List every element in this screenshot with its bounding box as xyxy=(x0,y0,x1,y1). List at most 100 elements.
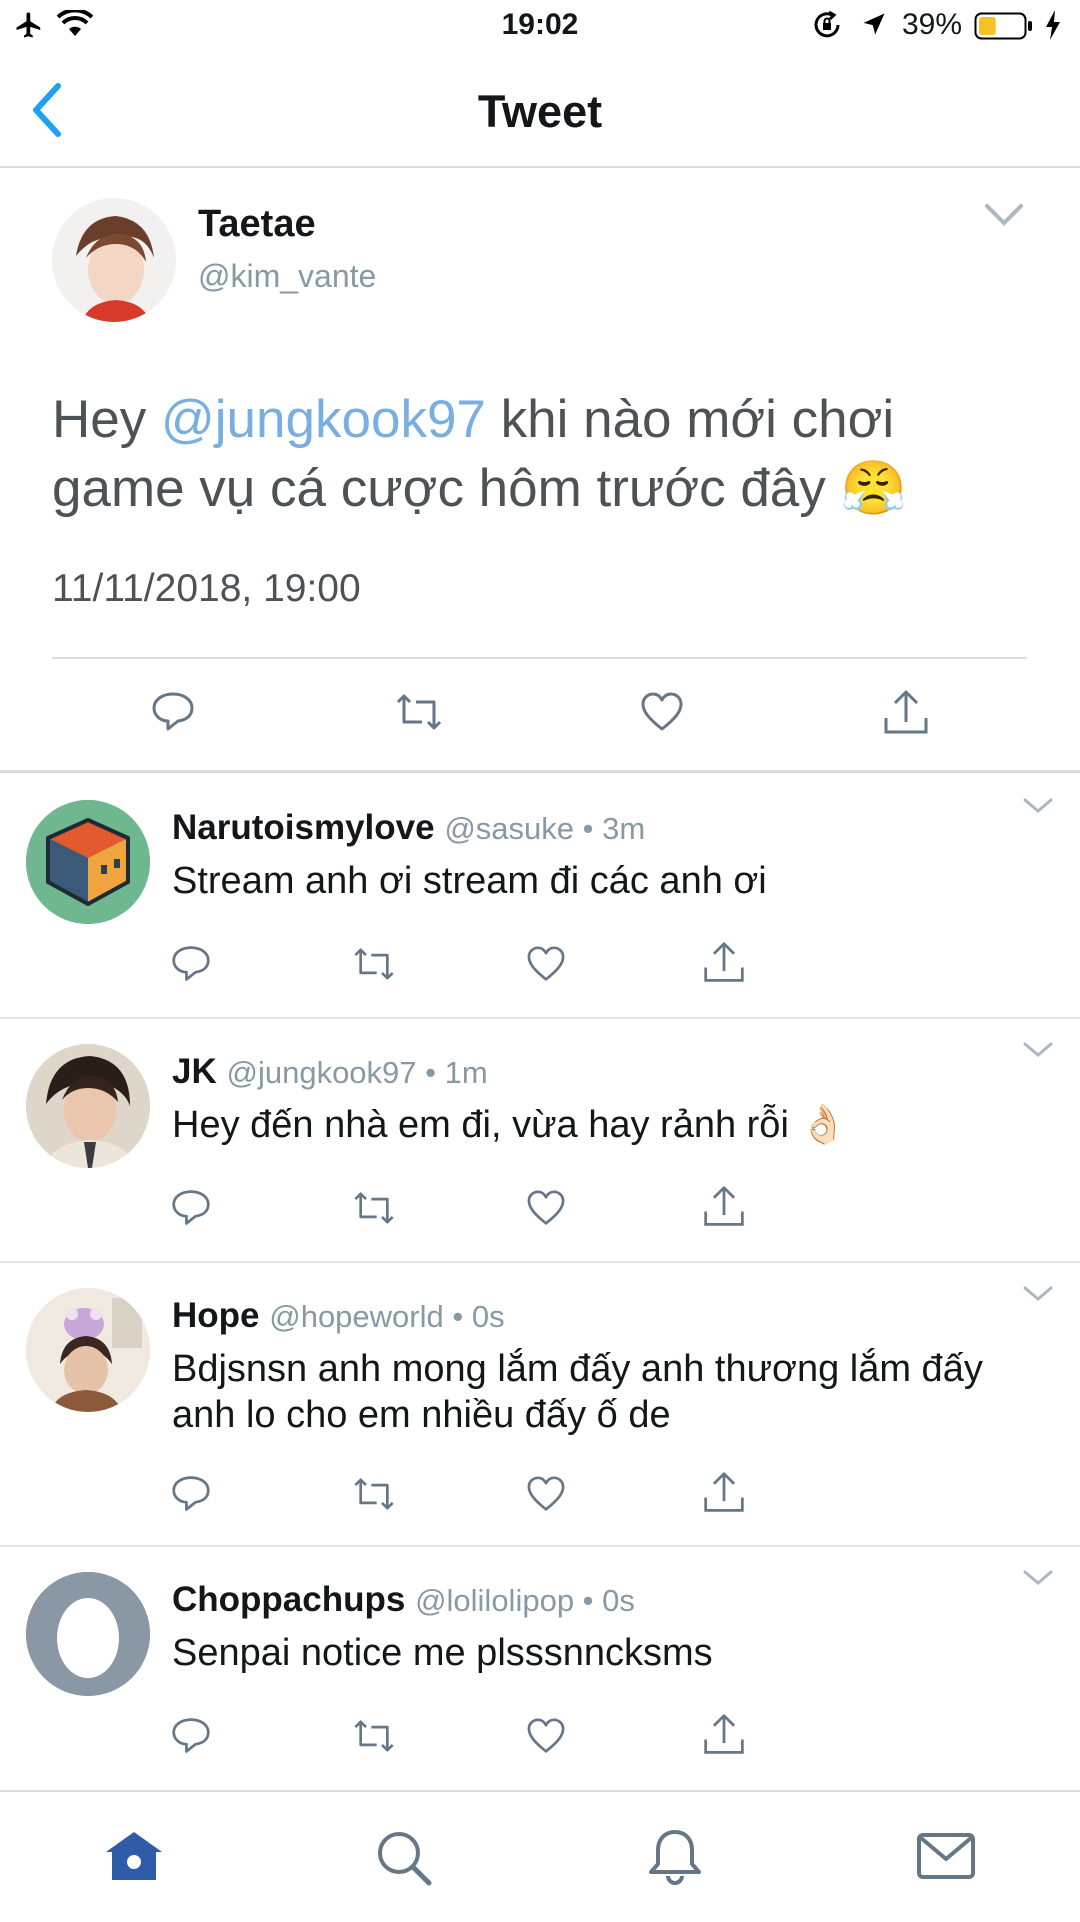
heart-icon xyxy=(526,1190,566,1226)
chevron-down-icon xyxy=(1022,1040,1054,1060)
battery-icon xyxy=(974,12,1034,40)
retweet-icon xyxy=(350,1190,398,1226)
reply-menu-button[interactable] xyxy=(1022,1040,1054,1060)
heart-icon xyxy=(526,1718,566,1754)
reply-meta: @sasuke • 3m xyxy=(444,811,646,846)
header: Tweet xyxy=(0,54,1080,168)
egg-icon xyxy=(57,1598,119,1678)
reply-retweet-button[interactable] xyxy=(350,946,398,982)
reply-text: Bdjsnsn anh mong lắm đấy anh thương lắm … xyxy=(172,1348,983,1436)
reply-name[interactable]: Narutoismylove xyxy=(172,808,435,847)
reply-text: Hey đến nhà em đi, vừa hay rảnh rỗi 👌🏻 xyxy=(172,1104,847,1146)
section-divider xyxy=(0,770,1080,773)
tab-bar xyxy=(0,1790,1080,1922)
reply-reply-button[interactable] xyxy=(170,1188,212,1228)
main-tweet-avatar[interactable] xyxy=(52,198,176,322)
reply-share-button[interactable] xyxy=(702,940,746,984)
reply-avatar[interactable] xyxy=(26,1572,150,1696)
reply-share-button[interactable] xyxy=(702,1470,746,1514)
reply-name[interactable]: Hope xyxy=(172,1296,260,1335)
heart-icon xyxy=(526,1476,566,1512)
reply-header: JK @jungkook97 • 1m xyxy=(172,1052,488,1092)
location-arrow-icon xyxy=(860,10,888,38)
reply-menu-button[interactable] xyxy=(1022,796,1054,816)
divider xyxy=(0,1017,1080,1019)
main-tweet-text: Hey @jungkook97 khi nào mới chơi game vụ… xyxy=(52,385,1012,523)
share-icon xyxy=(702,1712,746,1756)
reply-reply-button[interactable] xyxy=(170,1474,212,1514)
reply-share-button[interactable] xyxy=(702,1712,746,1756)
reply-avatar[interactable] xyxy=(26,800,150,924)
reply-menu-button[interactable] xyxy=(1022,1284,1054,1304)
tab-home[interactable] xyxy=(104,1830,164,1884)
reply-reply-button[interactable] xyxy=(170,1716,212,1756)
divider xyxy=(0,1545,1080,1547)
battery-percent: 39% xyxy=(902,8,963,41)
status-bar: 19:02 39% xyxy=(0,0,1080,54)
orientation-lock-icon xyxy=(812,10,842,40)
reply-text: Stream anh ơi stream đi các anh ơi xyxy=(172,860,767,902)
reply-meta: @jungkook97 • 1m xyxy=(226,1055,488,1090)
mention-link[interactable]: @jungkook97 xyxy=(161,390,486,449)
reply-share-button[interactable] xyxy=(702,1184,746,1228)
reply-retweet-button[interactable] xyxy=(350,1718,398,1754)
share-icon xyxy=(702,1184,746,1228)
reply-menu-button[interactable] xyxy=(1022,1568,1054,1588)
page-title: Tweet xyxy=(477,86,603,137)
tab-messages[interactable] xyxy=(916,1832,976,1880)
reply-header: Narutoismylove @sasuke • 3m xyxy=(172,808,645,848)
search-icon xyxy=(374,1828,434,1888)
main-tweet-name[interactable]: Taetae xyxy=(198,203,316,246)
heart-icon xyxy=(526,946,566,982)
chevron-down-icon xyxy=(984,202,1024,228)
main-tweet-handle[interactable]: @kim_vante xyxy=(198,258,376,295)
retweet-icon xyxy=(350,1476,398,1512)
chevron-down-icon xyxy=(1022,796,1054,816)
reply-avatar[interactable] xyxy=(26,1288,150,1412)
charging-bolt-icon xyxy=(1044,10,1062,40)
chevron-down-icon xyxy=(1022,1568,1054,1588)
reply-reply-button[interactable] xyxy=(170,944,212,984)
reply-retweet-button[interactable] xyxy=(350,1190,398,1226)
retweet-icon xyxy=(392,692,446,732)
share-icon xyxy=(702,1470,746,1514)
reply-name[interactable]: JK xyxy=(172,1052,217,1091)
reply-name[interactable]: Choppachups xyxy=(172,1580,405,1619)
reply-like-button[interactable] xyxy=(526,1190,566,1226)
reply-meta: @hopeworld • 0s xyxy=(269,1299,505,1334)
main-tweet-timestamp: 11/11/2018, 19:00 xyxy=(52,567,361,610)
reply-avatar[interactable] xyxy=(26,1044,150,1168)
reply-icon xyxy=(170,1716,212,1756)
divider xyxy=(0,1261,1080,1263)
reply-icon xyxy=(150,690,196,734)
reply-header: Choppachups @lolilolipop • 0s xyxy=(172,1580,635,1620)
home-icon xyxy=(104,1830,164,1884)
retweet-icon xyxy=(350,1718,398,1754)
main-tweet-menu-button[interactable] xyxy=(984,202,1024,228)
reply-meta: @lolilolipop • 0s xyxy=(415,1583,635,1618)
reply-text: Senpai notice me plsssnncksms xyxy=(172,1632,713,1674)
reply-icon xyxy=(170,944,212,984)
tab-notifications[interactable] xyxy=(646,1826,704,1888)
main-like-button[interactable] xyxy=(640,692,684,732)
reply-icon xyxy=(170,1474,212,1514)
reply-header: Hope @hopeworld • 0s xyxy=(172,1296,505,1336)
reply-like-button[interactable] xyxy=(526,1718,566,1754)
retweet-icon xyxy=(350,946,398,982)
tab-search[interactable] xyxy=(374,1828,434,1888)
bell-icon xyxy=(646,1826,704,1888)
main-retweet-button[interactable] xyxy=(392,692,446,732)
main-share-button[interactable] xyxy=(882,688,930,736)
reply-icon xyxy=(170,1188,212,1228)
divider xyxy=(52,657,1027,659)
heart-icon xyxy=(640,692,684,732)
reply-retweet-button[interactable] xyxy=(350,1476,398,1512)
reply-like-button[interactable] xyxy=(526,1476,566,1512)
reply-like-button[interactable] xyxy=(526,946,566,982)
share-icon xyxy=(702,940,746,984)
chevron-down-icon xyxy=(1022,1284,1054,1304)
share-icon xyxy=(882,688,930,736)
main-tweet-text-before: Hey xyxy=(52,390,161,449)
mail-icon xyxy=(916,1832,976,1880)
main-reply-button[interactable] xyxy=(150,690,196,734)
